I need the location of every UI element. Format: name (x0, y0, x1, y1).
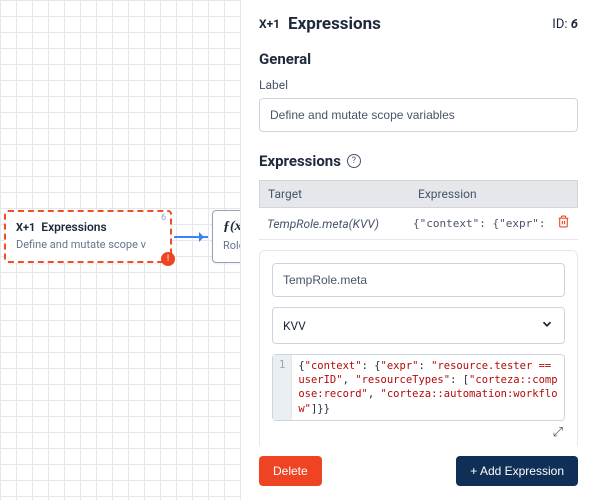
chevron-down-icon (540, 317, 554, 334)
code-text[interactable]: {"context": {"expr": "resource.tester ==… (292, 355, 564, 420)
expressions-heading: Expressions (259, 152, 341, 170)
properties-panel: X+1 Expressions ID: 6 General Label Expr… (240, 0, 596, 500)
help-icon[interactable]: ? (347, 154, 361, 168)
expand-icon[interactable]: ⤢ (272, 421, 565, 440)
general-heading: General (259, 50, 578, 68)
delete-button[interactable]: Delete (259, 456, 322, 486)
panel-id: ID: 6 (552, 17, 578, 32)
add-expression-button[interactable]: + Add Expression (456, 456, 578, 486)
error-badge-icon: ! (161, 252, 175, 266)
panel-title: Expressions (288, 14, 544, 34)
target-input[interactable] (272, 263, 565, 297)
label-input[interactable] (259, 98, 578, 132)
node-subtitle: Define and mutate scope v (6, 238, 170, 261)
panel-body[interactable]: General Label Expressions ? Target Expre… (241, 44, 596, 446)
panel-footer: Delete + Add Expression (241, 446, 596, 500)
node-id-badge: 6 (161, 213, 166, 223)
expression-editor: KVV 1 {"context": {"expr": "resource.tes… (259, 250, 578, 446)
node-title: Expressions (41, 220, 106, 234)
row-expression: {"context": {"expr": "resourc (409, 217, 549, 230)
xplus1-icon: X+1 (259, 17, 280, 31)
panel-header: X+1 Expressions ID: 6 (241, 0, 596, 44)
col-expression: Expression (410, 181, 577, 207)
label-field-label: Label (259, 78, 578, 92)
node-expressions[interactable]: 6 X+1 Expressions Define and mutate scop… (4, 210, 172, 263)
expressions-grid-header: Target Expression (259, 180, 578, 208)
type-select[interactable]: KVV (272, 307, 565, 344)
xplus1-icon: X+1 (16, 221, 35, 234)
expression-row[interactable]: TempRole.meta(KVV) {"context": {"expr": … (259, 208, 578, 240)
col-target: Target (260, 181, 410, 207)
type-value: KVV (283, 319, 306, 333)
line-gutter: 1 (273, 355, 292, 420)
trash-icon[interactable] (549, 215, 578, 232)
code-editor[interactable]: 1 {"context": {"expr": "resource.tester … (272, 354, 565, 421)
row-target: TempRole.meta(KVV) (259, 217, 409, 231)
connector-arrow[interactable] (174, 236, 208, 238)
workflow-canvas[interactable]: 6 X+1 Expressions Define and mutate scop… (0, 0, 240, 500)
